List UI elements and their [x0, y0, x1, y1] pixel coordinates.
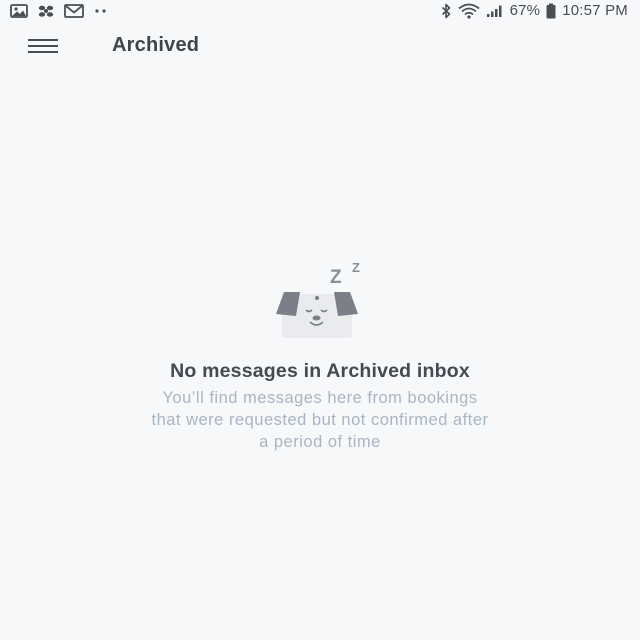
- more-dots-icon: [93, 8, 109, 14]
- battery-percent: 67%: [509, 2, 541, 19]
- sleep-letter-large: Z: [330, 267, 342, 288]
- sleep-letter-small: Z: [352, 260, 360, 275]
- empty-state-description: You’ll find messages here from bookings …: [80, 387, 560, 453]
- battery-icon: [546, 3, 556, 19]
- pinwheel-icon: [37, 3, 55, 19]
- description-line: that were requested but not confirmed af…: [151, 411, 489, 429]
- empty-state: Z Z No messages in Archived inbox You’ll…: [0, 258, 640, 453]
- empty-state-title: No messages in Archived inbox: [170, 360, 470, 382]
- bluetooth-icon: [440, 3, 452, 19]
- signal-icon: [486, 4, 504, 18]
- clock-time: 10:57 PM: [562, 2, 628, 19]
- status-bar-system: 67% 10:57 PM: [440, 2, 628, 19]
- sleeping-dog-icon: Z Z: [260, 258, 380, 348]
- page-title: Archived: [112, 34, 200, 56]
- status-bar: 67% 10:57 PM: [0, 0, 640, 22]
- description-line: a period of time: [259, 433, 381, 451]
- app-bar: Archived: [0, 26, 640, 66]
- status-bar-notifications: [10, 3, 109, 19]
- description-line: You’ll find messages here from bookings: [162, 389, 478, 407]
- mail-icon: [64, 4, 84, 18]
- hamburger-menu-icon[interactable]: [26, 34, 62, 58]
- gallery-icon: [10, 4, 28, 18]
- wifi-icon: [458, 3, 480, 19]
